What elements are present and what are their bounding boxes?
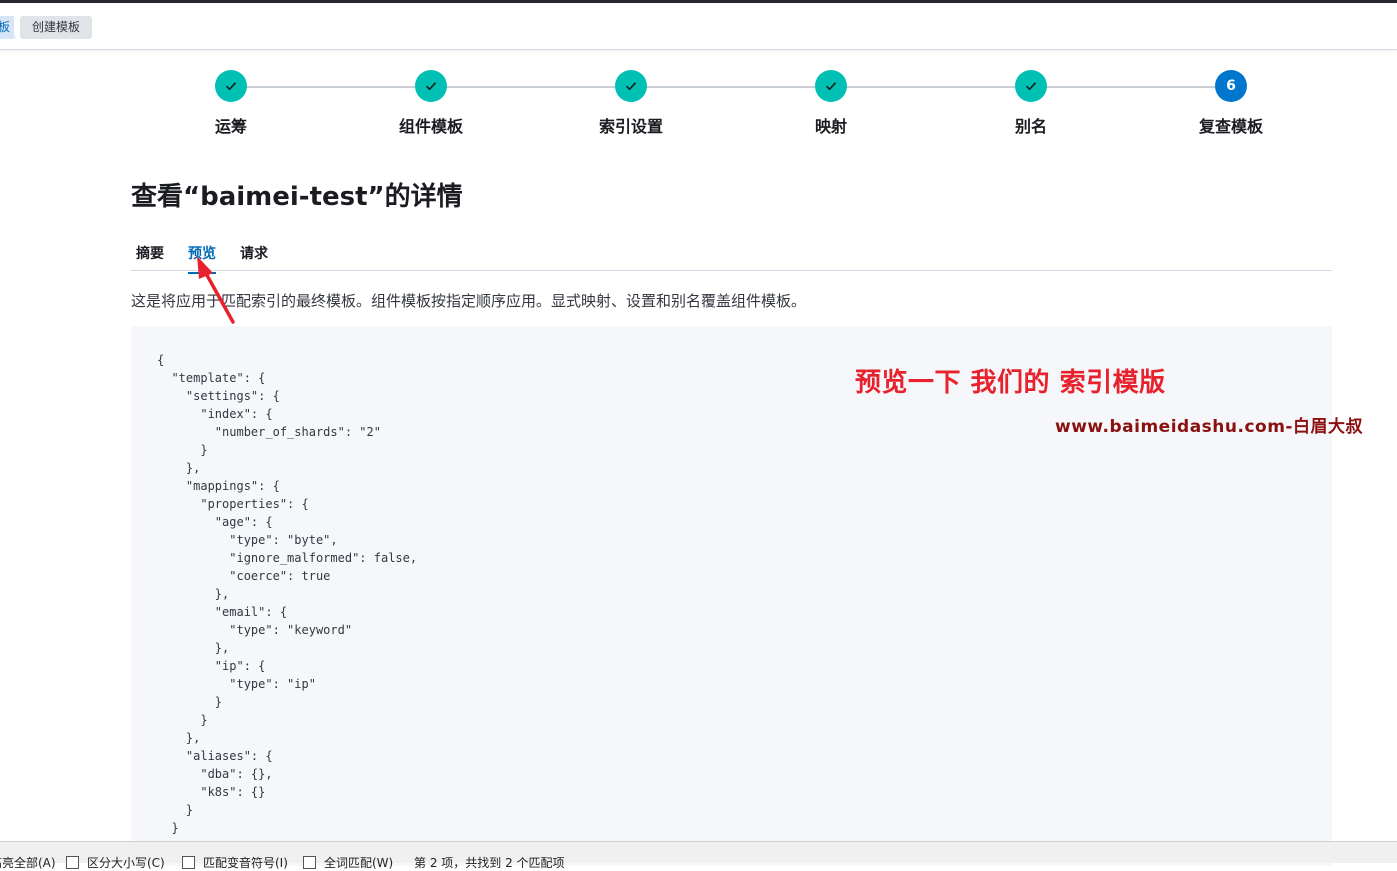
code-line: { [157, 353, 165, 367]
step-2[interactable]: 组件模板 [331, 70, 531, 137]
code-line: "settings": { [157, 389, 280, 403]
step-5[interactable]: 别名 [931, 70, 1131, 137]
step-title: 组件模板 [398, 117, 463, 136]
code-line: } [157, 443, 208, 457]
code-line: "email": { [157, 605, 288, 619]
check-icon [215, 70, 247, 102]
code-line: "type": "keyword" [157, 623, 353, 637]
step-number: 6 [1215, 70, 1247, 102]
annotation-title: 预览一下 我们的 索引模版 [855, 368, 1166, 398]
code-line: } [157, 695, 223, 709]
code-line: }, [157, 587, 230, 601]
code-line: }, [157, 461, 201, 475]
check-icon [815, 70, 847, 102]
check-icon [1015, 70, 1047, 102]
code-line: } [157, 821, 179, 835]
code-line: "ignore_malformed": false, [157, 551, 418, 565]
code-line: } [157, 713, 208, 727]
step-1[interactable]: 运筹 [131, 70, 331, 137]
step-title: 别名 [1014, 117, 1047, 136]
code-block: { "template": { "settings": { "index": {… [131, 326, 1332, 866]
code-line: "mappings": { [157, 479, 280, 493]
code-line: "index": { [157, 407, 273, 421]
code-line: "type": "byte", [157, 533, 338, 547]
code-line: }, [157, 641, 230, 655]
tab-summary[interactable]: 摘要 [136, 243, 164, 272]
step-6[interactable]: 6 复查模板 [1131, 70, 1331, 137]
step-title: 映射 [814, 117, 847, 136]
check-icon [415, 70, 447, 102]
code-line: "dba": {}, [157, 767, 273, 781]
code-line: "number_of_shards": "2" [157, 425, 381, 439]
tab-request[interactable]: 请求 [240, 243, 268, 272]
annotation-watermark: www.baimeidashu.com-白眉大叔 [1055, 417, 1363, 437]
header-bar: 板 创建模板 [0, 3, 1397, 50]
code-line: "coerce": true [157, 569, 331, 583]
step-title: 复查模板 [1198, 117, 1263, 136]
code-line: "age": { [157, 515, 273, 529]
find-bar: 高亮全部(A) 区分大小写(C) 匹配变音符号(I) 全词匹配(W) 第 2 项… [0, 841, 1397, 870]
code-line: "properties": { [157, 497, 309, 511]
breadcrumb-current: 创建模板 [20, 16, 93, 39]
page-title: 查看“baimei-test”的详情 [131, 182, 463, 212]
code-line: } [157, 803, 194, 817]
code-content: { "template": { "settings": { "index": {… [157, 351, 417, 837]
preview-description: 这是将应用于匹配索引的最终模板。组件模板按指定顺序应用。显式映射、设置和别名覆盖… [131, 292, 807, 310]
step-title: 索引设置 [598, 117, 663, 136]
check-icon [615, 70, 647, 102]
step-title: 运筹 [214, 117, 247, 136]
tab-bar: 摘要 预览 请求 [131, 238, 1332, 274]
steps-wizard: 运筹 组件模板 索引设置 映射 别名 6 复查模板 [131, 70, 1331, 140]
tab-preview[interactable]: 预览 [188, 243, 216, 274]
step-3[interactable]: 索引设置 [531, 70, 731, 137]
code-line: "template": { [157, 371, 266, 385]
code-line: "k8s": {} [157, 785, 266, 799]
step-4[interactable]: 映射 [731, 70, 931, 137]
code-line: "type": "ip" [157, 677, 316, 691]
code-line: "aliases": { [157, 749, 273, 763]
code-line: "ip": { [157, 659, 266, 673]
code-line: }, [157, 731, 201, 745]
